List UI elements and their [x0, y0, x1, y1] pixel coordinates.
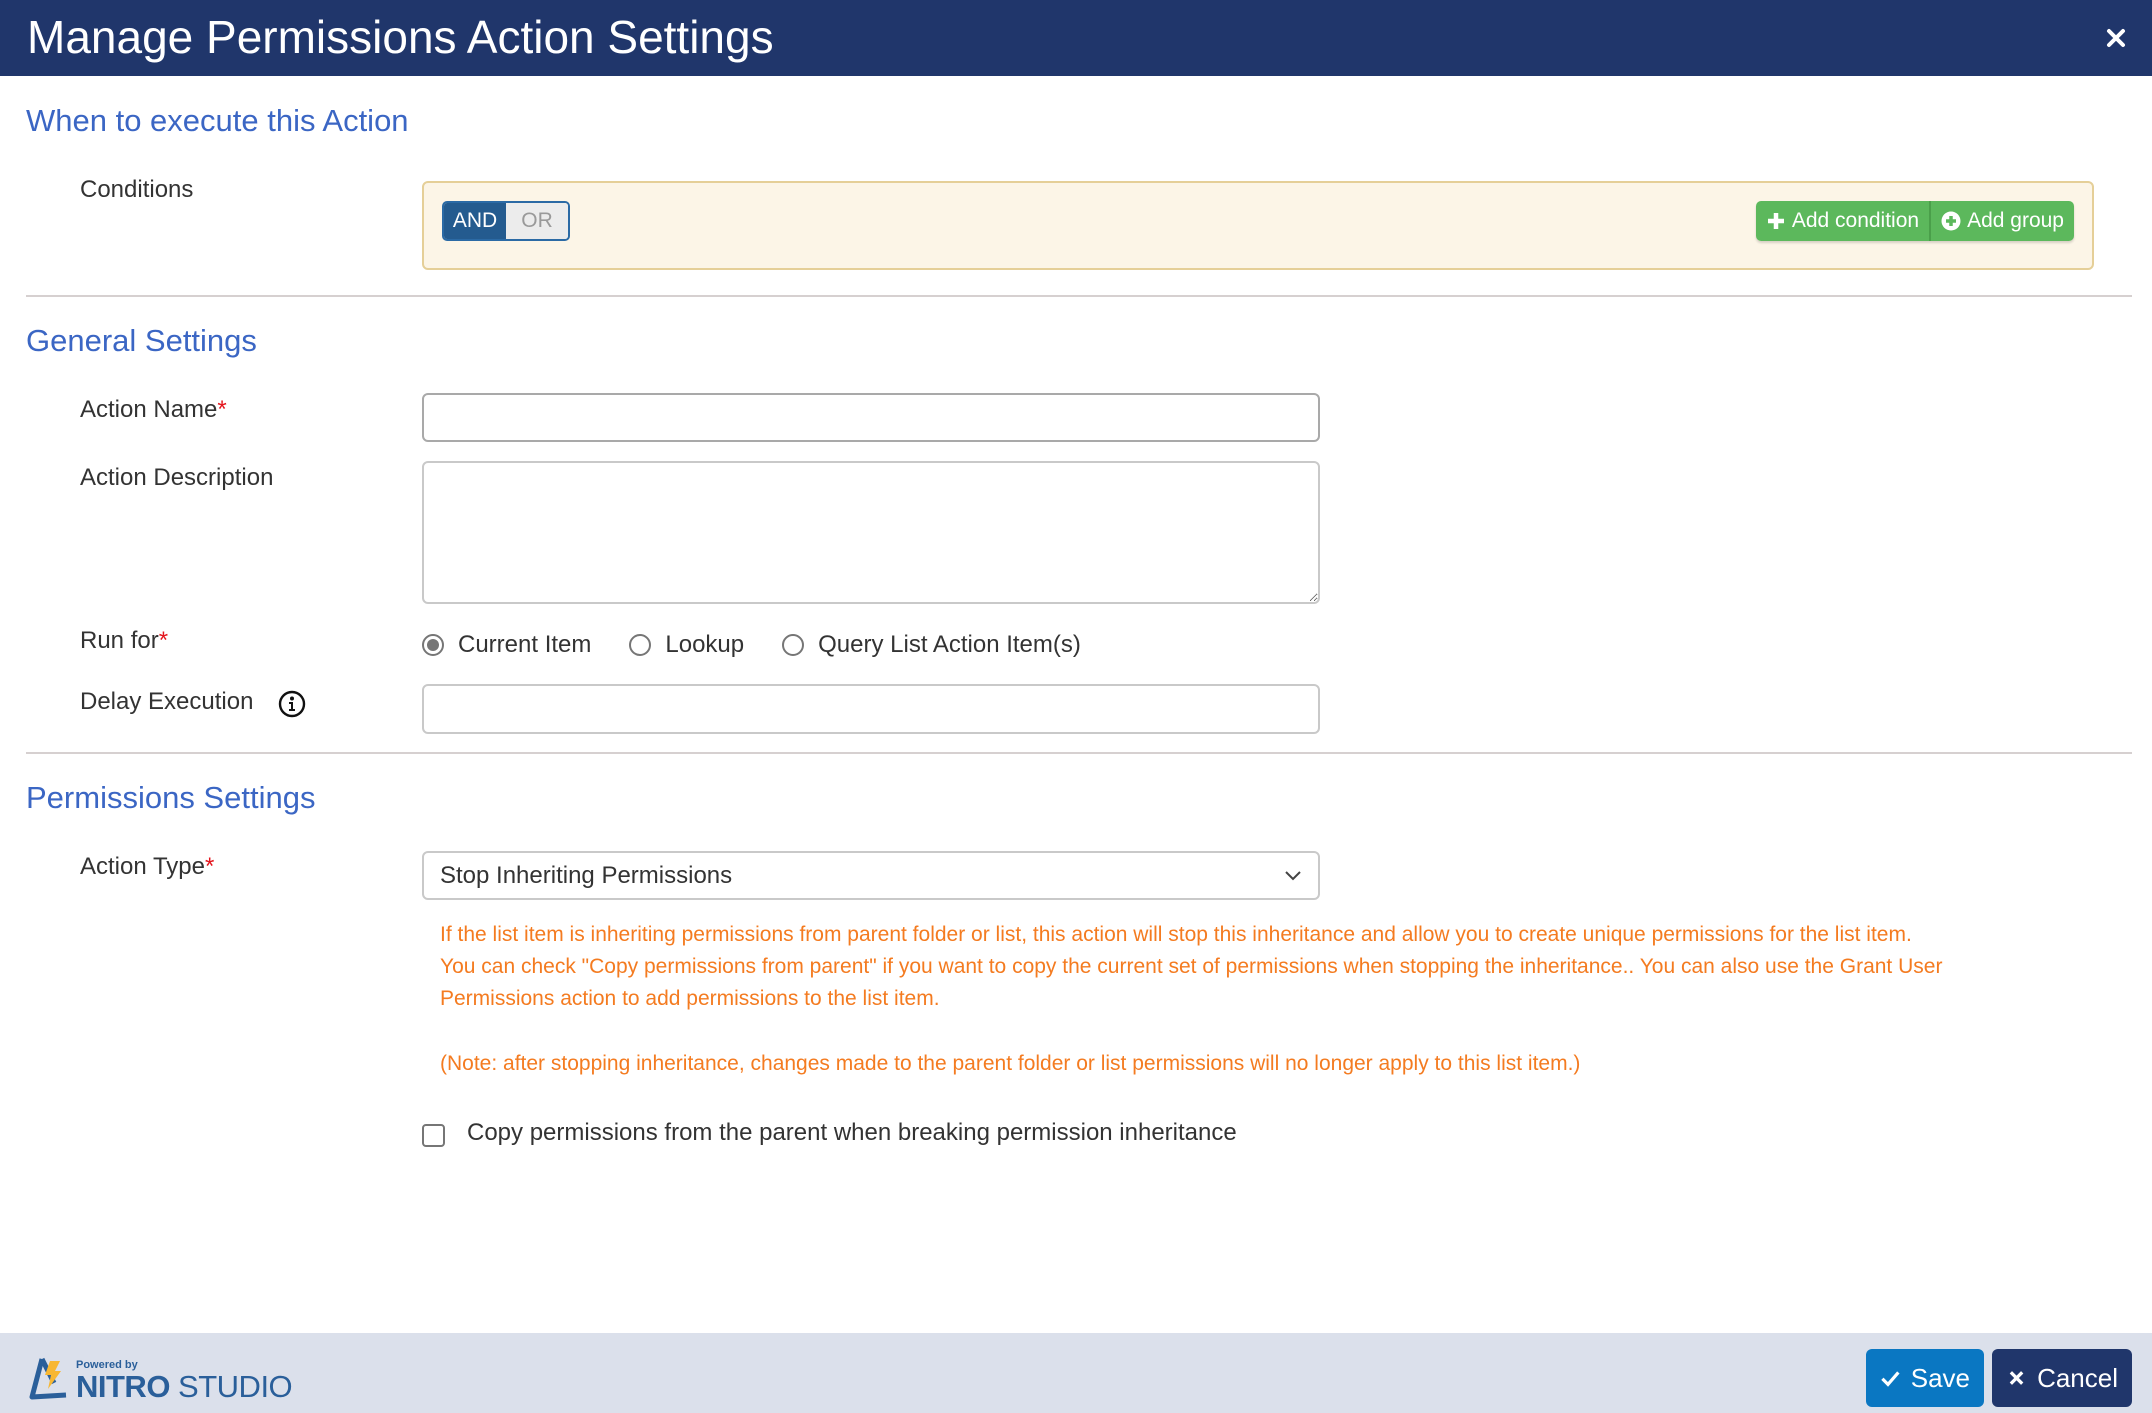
nitro-studio-logo: Powered by NITRO STUDIO	[28, 1355, 293, 1404]
run-for-option-query-list[interactable]: Query List Action Item(s)	[782, 631, 1081, 659]
cancel-label: Cancel	[2037, 1362, 2118, 1393]
help-note: (Note: after stopping inheritance, chang…	[440, 1052, 1581, 1075]
section-title-permissions: Permissions Settings	[26, 780, 316, 815]
action-name-input[interactable]	[422, 393, 1320, 442]
delay-execution-input[interactable]	[422, 684, 1320, 734]
run-for-radio-group: Current Item Lookup Query List Action It…	[422, 628, 1119, 662]
add-buttons-group: Add condition Add group	[1755, 201, 2074, 241]
logic-or-button[interactable]: OR	[506, 203, 568, 239]
action-description-label: Action Description	[80, 464, 274, 491]
help-text-line: Permissions action to add permissions to…	[440, 987, 940, 1010]
chevron-down-icon	[1285, 870, 1301, 880]
action-description-textarea[interactable]	[422, 461, 1320, 604]
delay-execution-label: Delay Execution	[80, 688, 254, 715]
copy-permissions-checkbox[interactable]	[422, 1124, 445, 1147]
action-type-selected-value: Stop Inheriting Permissions	[440, 861, 733, 889]
radio-button[interactable]	[629, 634, 652, 656]
conditions-label: Conditions	[80, 176, 194, 203]
cancel-button[interactable]: Cancel	[1992, 1349, 2132, 1407]
copy-permissions-option[interactable]: Copy permissions from the parent when br…	[422, 1118, 1237, 1147]
radio-button-checked[interactable]	[422, 634, 444, 656]
action-type-select[interactable]: Stop Inheriting Permissions	[422, 851, 1320, 900]
dialog-header: Manage Permissions Action Settings	[0, 0, 2152, 76]
add-condition-label: Add condition	[1791, 209, 1920, 232]
run-for-option-lookup[interactable]: Lookup	[629, 631, 744, 659]
dialog-footer: Powered by NITRO STUDIO Save Cancel	[0, 1333, 2152, 1413]
section-title-when: When to execute this Action	[26, 103, 409, 138]
save-button[interactable]: Save	[1866, 1349, 1984, 1407]
plus-circle-icon	[1941, 211, 1961, 231]
dialog-title: Manage Permissions Action Settings	[27, 11, 774, 63]
brand-light-text: STUDIO	[169, 1369, 293, 1404]
info-icon[interactable]	[278, 690, 306, 718]
help-text-line: You can check "Copy permissions from par…	[440, 955, 1943, 978]
brand-bold-text: NITRO	[76, 1369, 170, 1404]
action-type-label: Action Type*	[80, 853, 215, 880]
section-divider	[26, 752, 2132, 754]
nitro-logo-icon	[29, 1357, 67, 1400]
close-button[interactable]	[2100, 22, 2132, 54]
close-icon	[2009, 1371, 2024, 1385]
add-group-button[interactable]: Add group	[1929, 201, 2074, 241]
add-group-label: Add group	[1967, 209, 2064, 232]
add-condition-button[interactable]: Add condition	[1755, 201, 1930, 241]
close-icon	[2107, 29, 2125, 47]
logic-and-button[interactable]: AND	[444, 203, 506, 239]
plus-icon	[1767, 213, 1784, 229]
run-for-option-current-item[interactable]: Current Item	[422, 631, 591, 659]
action-name-label: Action Name*	[80, 396, 227, 423]
required-marker: *	[204, 853, 215, 880]
section-divider	[26, 295, 2132, 297]
help-text-line: If the list item is inheriting permissio…	[440, 923, 1912, 946]
required-marker: *	[158, 627, 169, 654]
section-title-general: General Settings	[26, 323, 257, 358]
required-marker: *	[217, 396, 227, 423]
conditions-builder: AND OR Add condition Add group	[422, 181, 2094, 270]
logic-toggle: AND OR	[442, 201, 570, 241]
copy-permissions-label: Copy permissions from the parent when br…	[467, 1118, 1237, 1146]
checkmark-icon	[1881, 1371, 1900, 1387]
run-for-label: Run for*	[80, 627, 169, 654]
save-label: Save	[1910, 1362, 1970, 1393]
radio-button[interactable]	[782, 634, 805, 656]
